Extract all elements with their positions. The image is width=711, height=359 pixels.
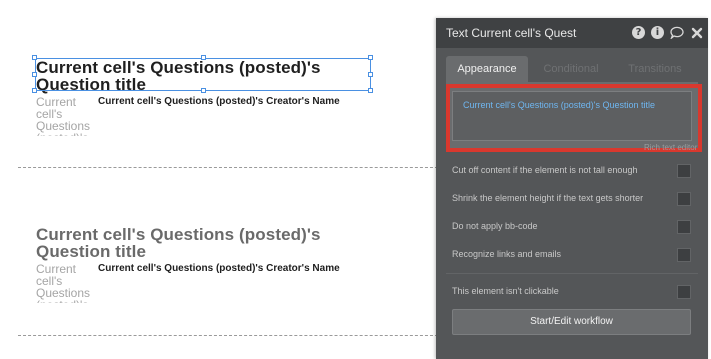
checkbox-not-clickable[interactable] — [677, 285, 691, 299]
side-text[interactable]: Current cell's Questions (posted)'s — [36, 263, 100, 303]
property-editor-panel: Text Current cell's Quest ? i Appearance… — [436, 18, 708, 359]
rich-text-editor-label[interactable]: Rich text editor — [644, 143, 697, 152]
selection-outline — [35, 58, 371, 91]
tab-appearance[interactable]: Appearance — [446, 56, 528, 82]
resize-handle-bottom-middle[interactable] — [201, 88, 206, 93]
help-icon[interactable]: ? — [632, 26, 645, 39]
start-edit-workflow-button[interactable]: Start/Edit workflow — [452, 309, 691, 335]
tab-transitions[interactable]: Transitions — [614, 56, 696, 82]
option-cut-off-content-label: Cut off content if the element is not ta… — [452, 165, 638, 175]
option-no-bb-code-label: Do not apply bb-code — [452, 221, 538, 231]
option-shrink-height-label: Shrink the element height if the text ge… — [452, 193, 644, 203]
checkbox-recognize-links[interactable] — [677, 248, 691, 262]
resize-handle-top-middle[interactable] — [201, 55, 206, 60]
resize-handle-middle-right[interactable] — [368, 72, 373, 77]
resize-handle-middle-left[interactable] — [32, 72, 37, 77]
section-divider — [446, 273, 698, 274]
checkbox-no-bb-code[interactable] — [677, 220, 691, 234]
close-icon[interactable] — [691, 26, 704, 39]
resize-handle-top-right[interactable] — [368, 55, 373, 60]
option-not-clickable-label: This element isn't clickable — [452, 286, 559, 296]
info-icon[interactable]: i — [651, 26, 664, 39]
option-recognize-links-label: Recognize links and emails — [452, 249, 562, 259]
panel-header[interactable]: Text Current cell's Quest ? i — [436, 18, 708, 48]
resize-handle-bottom-left[interactable] — [32, 88, 37, 93]
creator-name-text[interactable]: Current cell's Questions (posted)'s Crea… — [98, 263, 340, 274]
highlight-box — [446, 84, 702, 152]
cell-divider — [18, 335, 438, 336]
tab-conditional[interactable]: Conditional — [530, 56, 612, 82]
side-text[interactable]: Current cell's Questions (posted)'s — [36, 96, 100, 136]
comment-icon[interactable] — [670, 26, 684, 40]
panel-title: Text Current cell's Quest — [446, 26, 577, 40]
question-title-text[interactable]: Current cell's Questions (posted)'s Ques… — [36, 226, 370, 260]
resize-handle-top-left[interactable] — [32, 55, 37, 60]
resize-handle-bottom-right[interactable] — [368, 88, 373, 93]
creator-name-text[interactable]: Current cell's Questions (posted)'s Crea… — [98, 96, 340, 107]
checkbox-shrink-height[interactable] — [677, 192, 691, 206]
checkbox-cut-off-content[interactable] — [677, 164, 691, 178]
